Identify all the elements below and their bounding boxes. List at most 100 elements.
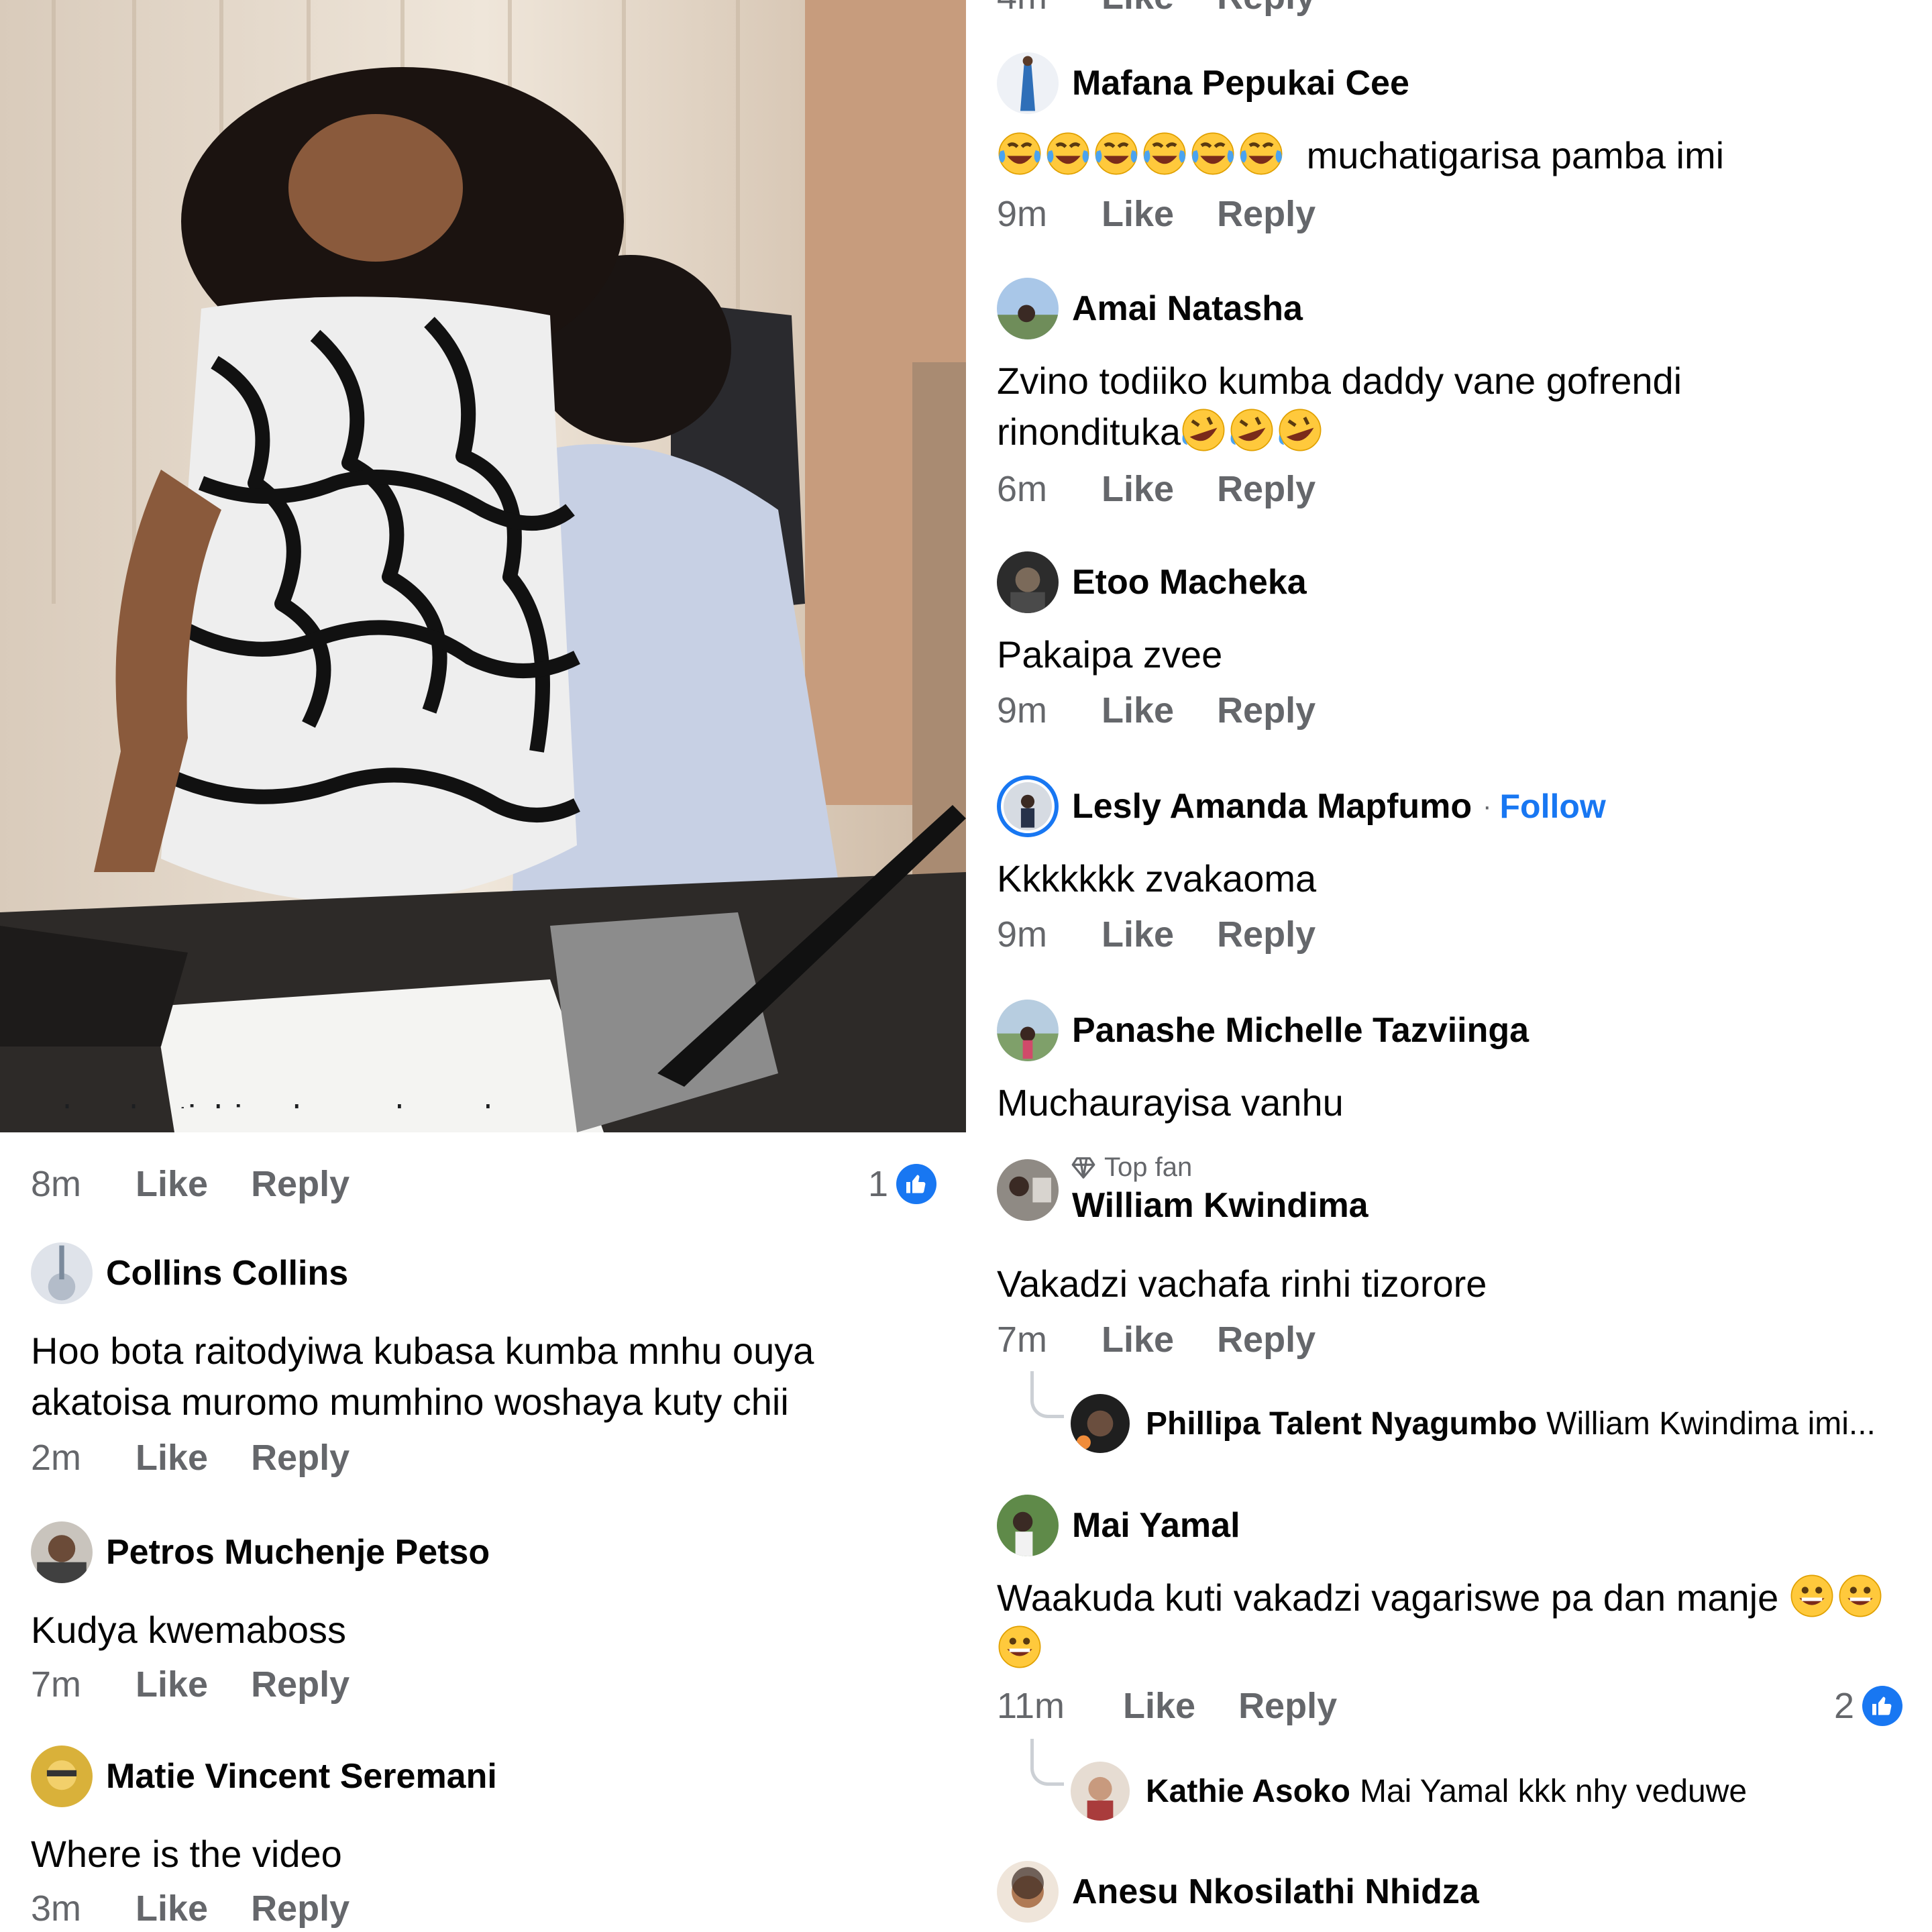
comment-time: 8m [31, 1164, 82, 1204]
reply-button[interactable]: Reply [1217, 193, 1316, 235]
like-button[interactable]: Like [1102, 0, 1174, 17]
commenter-name[interactable]: Mafana Pepukai Cee [1072, 63, 1409, 103]
follow-button[interactable]: Follow [1500, 787, 1606, 826]
reply-button[interactable]: Reply [1217, 1319, 1316, 1360]
avatar[interactable] [997, 1159, 1059, 1221]
tears-of-joy-emoji [1045, 132, 1093, 176]
reaction-count[interactable]: 1 [868, 1163, 936, 1205]
thumbs-up-icon [1862, 1686, 1902, 1726]
like-button[interactable]: Like [1102, 193, 1174, 235]
grinning-emoji [1837, 1574, 1886, 1619]
comment-text-line: Pakaipa zvee [997, 633, 1223, 676]
avatar[interactable] [997, 775, 1059, 837]
comment-time: 7m [997, 1320, 1048, 1360]
comment-text-line [997, 1623, 1045, 1674]
right-comments-panel: 4m Like Reply Mafana Pepukai Cee muchati… [997, 0, 1932, 1932]
reply-item[interactable]: Phillipa Talent Nyagumbo William Kwindim… [1030, 1371, 1876, 1453]
reply-button[interactable]: Reply [251, 1437, 350, 1479]
avatar[interactable] [997, 278, 1059, 339]
comment-time: 2m [31, 1438, 82, 1478]
like-button[interactable]: Like [1102, 1319, 1174, 1360]
office-photo-image [0, 0, 966, 1132]
tears-of-joy-emoji [1142, 132, 1190, 176]
reply-author[interactable]: Phillipa Talent Nyagumbo [1146, 1405, 1537, 1442]
separator-dot: · [1483, 791, 1492, 821]
tears-of-joy-emoji [1190, 132, 1238, 176]
comment-text: rinondituka [997, 411, 1181, 453]
reply-button[interactable]: Reply [1217, 0, 1316, 17]
like-button[interactable]: Like [1102, 690, 1174, 731]
comment-text-line: Where is the video [31, 1833, 342, 1875]
rolling-laughing-emoji [1229, 409, 1277, 453]
comment-text-line: muchatigarisa pamba imi [997, 130, 1724, 181]
comment-text-line: Zvino todiiko kumba daddy vane gofrendi [997, 360, 1682, 402]
avatar[interactable] [997, 1000, 1059, 1061]
commenter-name[interactable]: Anesu Nkosilathi Nhidza [1072, 1872, 1479, 1912]
avatar[interactable] [997, 52, 1059, 114]
avatar[interactable] [997, 1861, 1059, 1923]
left-first-meta: 8m Like Reply 1 [31, 1163, 936, 1217]
reply-text: William Kwindima imi... [1546, 1405, 1876, 1442]
like-button[interactable]: Like [1102, 468, 1174, 510]
comment-text: Waakuda kuti vakadzi vagariswe pa dan ma… [997, 1576, 1779, 1619]
tears-of-joy-emoji [1238, 132, 1287, 176]
reply-button[interactable]: Reply [1238, 1685, 1337, 1727]
reply-button[interactable]: Reply [1217, 690, 1316, 731]
comment-text-line: Kkkkkkk zvakaoma [997, 857, 1317, 900]
like-button[interactable]: Like [136, 1437, 208, 1479]
avatar[interactable] [31, 1746, 93, 1807]
grinning-emoji [997, 1625, 1045, 1670]
thumbs-up-icon [896, 1164, 936, 1204]
avatar[interactable] [1071, 1762, 1130, 1821]
comment-text-line: akatoisa muromo mumhino woshaya kuty chi… [31, 1381, 789, 1423]
comment-text-line: Kudya kwemaboss [31, 1609, 347, 1651]
avatar[interactable] [1071, 1394, 1130, 1453]
comment-time: 11m [997, 1686, 1065, 1726]
thread-connector [1030, 1739, 1064, 1786]
commenter-name[interactable]: Panashe Michelle Tazviinga [1072, 1010, 1529, 1051]
tears-of-joy-emoji [1093, 132, 1142, 176]
commenter-name[interactable]: Petros Muchenje Petso [106, 1532, 490, 1572]
rolling-laughing-emoji [1181, 409, 1229, 453]
commenter-name[interactable]: Etoo Macheka [1072, 562, 1307, 602]
like-button[interactable]: Like [136, 1163, 208, 1205]
reply-button[interactable]: Reply [1217, 468, 1316, 510]
comment-text: muchatigarisa pamba imi [1306, 134, 1725, 176]
comment-text-line: Vakadzi vachafa rinhi tizorore [997, 1263, 1487, 1305]
avatar[interactable] [31, 1521, 93, 1583]
commenter-name[interactable]: Amai Natasha [1072, 288, 1303, 329]
like-button[interactable]: Like [1123, 1685, 1195, 1727]
commenter-name[interactable]: Lesly Amanda Mapfumo [1072, 786, 1472, 826]
rolling-laughing-emoji [1277, 409, 1326, 453]
comment-time: 9m [997, 690, 1048, 731]
like-button[interactable]: Like [136, 1888, 208, 1929]
comment-text-line: Muchaurayisa vanhu [997, 1081, 1344, 1124]
comment-time: 6m [997, 469, 1048, 509]
avatar[interactable] [997, 551, 1059, 613]
comment-time: 4m [997, 0, 1102, 17]
reaction-number: 2 [1833, 1686, 1854, 1726]
comment-text-line: rinondituka [997, 407, 1326, 458]
comment-text-line: Hoo bota raitodyiwa kubasa kumba mnhu ou… [31, 1330, 814, 1372]
avatar[interactable] [31, 1242, 93, 1304]
reaction-count[interactable]: 2 [1834, 1685, 1902, 1727]
commenter-name[interactable]: Matie Vincent Seremani [106, 1756, 497, 1796]
avatar[interactable] [997, 1495, 1059, 1556]
reply-button[interactable]: Reply [1217, 914, 1316, 955]
commenter-name[interactable]: Collins Collins [106, 1253, 348, 1293]
reply-button[interactable]: Reply [251, 1163, 350, 1205]
reply-button[interactable]: Reply [251, 1888, 350, 1929]
comment-time: 3m [31, 1888, 82, 1929]
comment-time: 7m [31, 1664, 82, 1705]
like-button[interactable]: Like [1102, 914, 1174, 955]
comment-time: 9m [997, 914, 1048, 955]
like-button[interactable]: Like [136, 1664, 208, 1705]
post-photo[interactable] [0, 0, 966, 1132]
commenter-name[interactable]: Mai Yamal [1072, 1505, 1240, 1546]
reply-item[interactable]: Kathie Asoko Mai Yamal kkk nhy veduwe [1030, 1739, 1747, 1821]
reaction-number: 1 [867, 1164, 888, 1204]
reply-author[interactable]: Kathie Asoko [1146, 1773, 1350, 1810]
comment-time: 9m [997, 194, 1048, 234]
reply-button[interactable]: Reply [251, 1664, 350, 1705]
commenter-name[interactable]: William Kwindima [1072, 1185, 1368, 1226]
